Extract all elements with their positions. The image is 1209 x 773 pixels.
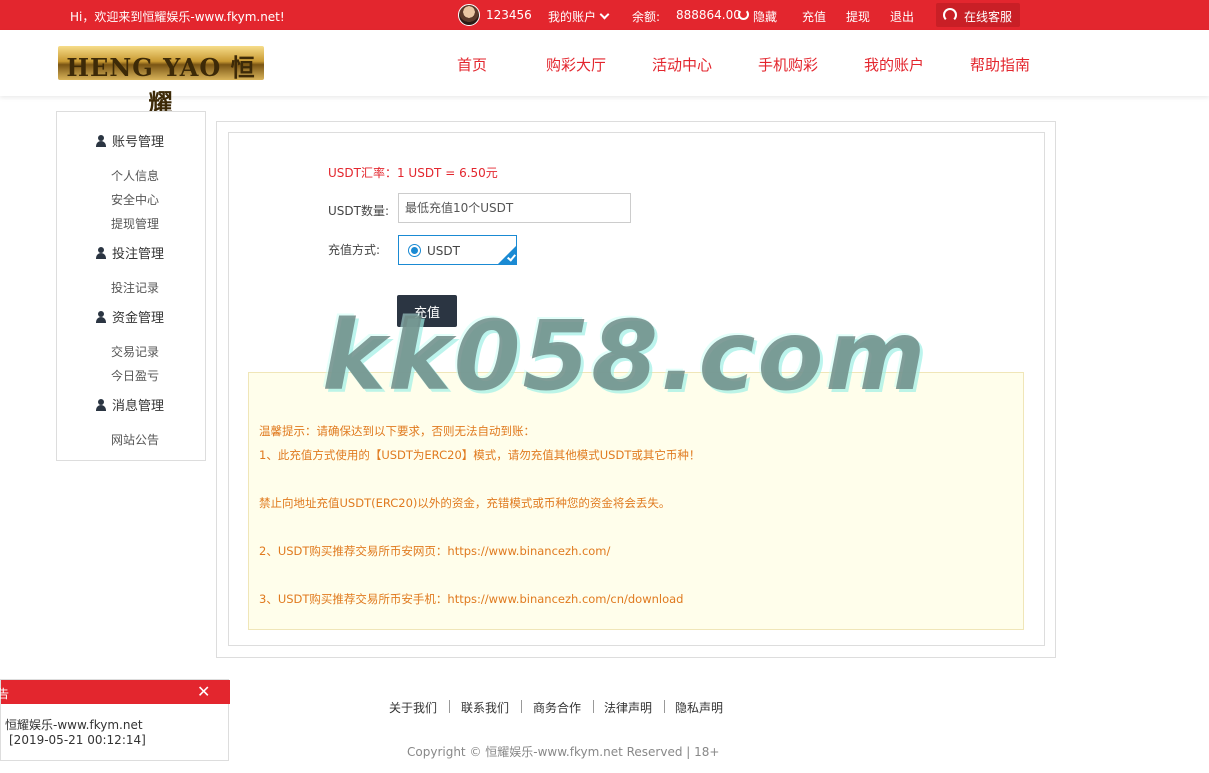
sidebar-item-withdraw-management[interactable]: 提现管理 bbox=[111, 215, 159, 232]
section-title: 资金管理 bbox=[112, 311, 165, 326]
payment-method-label: 充值方式: bbox=[328, 243, 381, 257]
nav-lottery-hall[interactable]: 购彩大厅 bbox=[546, 54, 606, 75]
balance-label: 余额: bbox=[632, 10, 661, 24]
section-title: 消息管理 bbox=[112, 399, 165, 414]
sidebar-item-personal-info[interactable]: 个人信息 bbox=[111, 167, 159, 184]
usdt-quantity-input[interactable] bbox=[398, 193, 631, 223]
avatar[interactable] bbox=[458, 4, 480, 26]
sidebar-section-betting[interactable]: 投注管理 bbox=[95, 243, 164, 262]
support-label: 在线客服 bbox=[964, 10, 1013, 24]
user-icon bbox=[95, 311, 107, 323]
user-icon bbox=[95, 247, 107, 259]
welcome-text: Hi，欢迎来到恒耀娱乐-www.fkym.net! bbox=[70, 10, 285, 24]
recharge-link[interactable]: 充值 bbox=[802, 8, 826, 25]
refresh-icon[interactable] bbox=[738, 9, 749, 20]
close-icon[interactable]: ✕ bbox=[197, 682, 210, 701]
top-bar: Hi，欢迎来到恒耀娱乐-www.fkym.net! 123456 我的账户 余额… bbox=[0, 0, 1209, 30]
radio-selected-icon bbox=[408, 244, 421, 257]
withdraw-link[interactable]: 提现 bbox=[846, 8, 870, 25]
payment-method-usdt-option[interactable]: USDT bbox=[398, 235, 517, 265]
balance-value: 888864.00 bbox=[676, 8, 741, 22]
sidebar-section-messages[interactable]: 消息管理 bbox=[95, 395, 164, 414]
hide-balance-link[interactable]: 隐藏 bbox=[753, 8, 777, 25]
chevron-down-icon bbox=[599, 9, 610, 20]
sidebar-section-funds[interactable]: 资金管理 bbox=[95, 307, 164, 326]
popup-message[interactable]: 恒耀娱乐-www.fkym.net bbox=[5, 716, 143, 733]
sidebar-item-transactions[interactable]: 交易记录 bbox=[111, 343, 159, 360]
announcement-popup: 告 ✕ 恒耀娱乐-www.fkym.net [2019-05-21 00:12:… bbox=[0, 679, 230, 761]
sidebar: 账号管理 个人信息 安全中心 提现管理 投注管理 投注记录 资金管理 交易记录 … bbox=[56, 111, 206, 461]
site-logo[interactable]: HENG YAO 恒耀 bbox=[58, 46, 264, 117]
footer-divider bbox=[664, 700, 665, 713]
sidebar-section-account[interactable]: 账号管理 bbox=[95, 131, 164, 150]
usdt-quantity-label: USDT数量: bbox=[328, 204, 390, 218]
copyright-text: Copyright © 恒耀娱乐-www.fkym.net Reserved |… bbox=[407, 745, 720, 759]
footer-link-privacy[interactable]: 隐私声明 bbox=[675, 699, 723, 716]
header: HENG YAO 恒耀 首页 购彩大厅 活动中心 手机购彩 我的账户 帮助指南 bbox=[0, 30, 1209, 117]
section-title: 投注管理 bbox=[112, 247, 165, 262]
notice-line: 2、USDT购买推荐交易所币安网页：https://www.binancezh.… bbox=[259, 544, 611, 558]
footer-divider bbox=[521, 700, 522, 713]
popup-header: 告 ✕ bbox=[0, 680, 230, 704]
popup-title: 告 bbox=[0, 687, 10, 701]
logout-link[interactable]: 退出 bbox=[890, 8, 914, 25]
payment-method-option-label: USDT bbox=[427, 244, 460, 258]
footer-link-contact[interactable]: 联系我们 bbox=[461, 699, 509, 716]
user-icon bbox=[95, 135, 107, 147]
notice-line: 1、此充值方式使用的【USDT为ERC20】模式，请勿充值其他模式USDT或其它… bbox=[259, 448, 701, 462]
footer-link-legal[interactable]: 法律声明 bbox=[604, 699, 652, 716]
sidebar-item-bet-records[interactable]: 投注记录 bbox=[111, 279, 159, 296]
notice-line: 禁止向地址充值USDT(ERC20)以外的资金，充错模式或币种您的资金将会丢失。 bbox=[259, 496, 671, 510]
nav-home[interactable]: 首页 bbox=[457, 54, 487, 75]
footer-divider bbox=[449, 700, 450, 713]
nav-activity-center[interactable]: 活动中心 bbox=[652, 54, 712, 75]
nav-help-guide[interactable]: 帮助指南 bbox=[970, 54, 1030, 75]
footer-divider bbox=[593, 700, 594, 713]
my-account-label: 我的账户 bbox=[548, 10, 597, 24]
watermark-text: kk058.com bbox=[322, 300, 928, 412]
nav-mobile-lottery[interactable]: 手机购彩 bbox=[758, 54, 818, 75]
my-account-dropdown[interactable]: 我的账户 bbox=[548, 8, 610, 25]
footer-link-business[interactable]: 商务合作 bbox=[533, 699, 581, 716]
exchange-rate-text: USDT汇率：1 USDT = 6.50元 bbox=[328, 166, 498, 180]
user-icon bbox=[95, 399, 107, 411]
section-title: 账号管理 bbox=[112, 135, 165, 150]
headset-icon bbox=[943, 8, 957, 22]
online-support-button[interactable]: 在线客服 bbox=[936, 3, 1020, 27]
popup-timestamp: [2019-05-21 00:12:14] bbox=[9, 733, 146, 747]
logo-text: HENG YAO 恒耀 bbox=[66, 53, 256, 117]
sidebar-item-announcements[interactable]: 网站公告 bbox=[111, 431, 159, 448]
sidebar-item-security-center[interactable]: 安全中心 bbox=[111, 191, 159, 208]
nav-my-account[interactable]: 我的账户 bbox=[864, 54, 924, 75]
username: 123456 bbox=[486, 8, 532, 22]
notice-line: 温馨提示：请确保达到以下要求，否则无法自动到账： bbox=[259, 424, 535, 438]
sidebar-item-today-pnl[interactable]: 今日盈亏 bbox=[111, 367, 159, 384]
notice-line: 3、USDT购买推荐交易所币安手机：https://www.binancezh.… bbox=[259, 592, 684, 606]
footer-link-about[interactable]: 关于我们 bbox=[389, 699, 437, 716]
